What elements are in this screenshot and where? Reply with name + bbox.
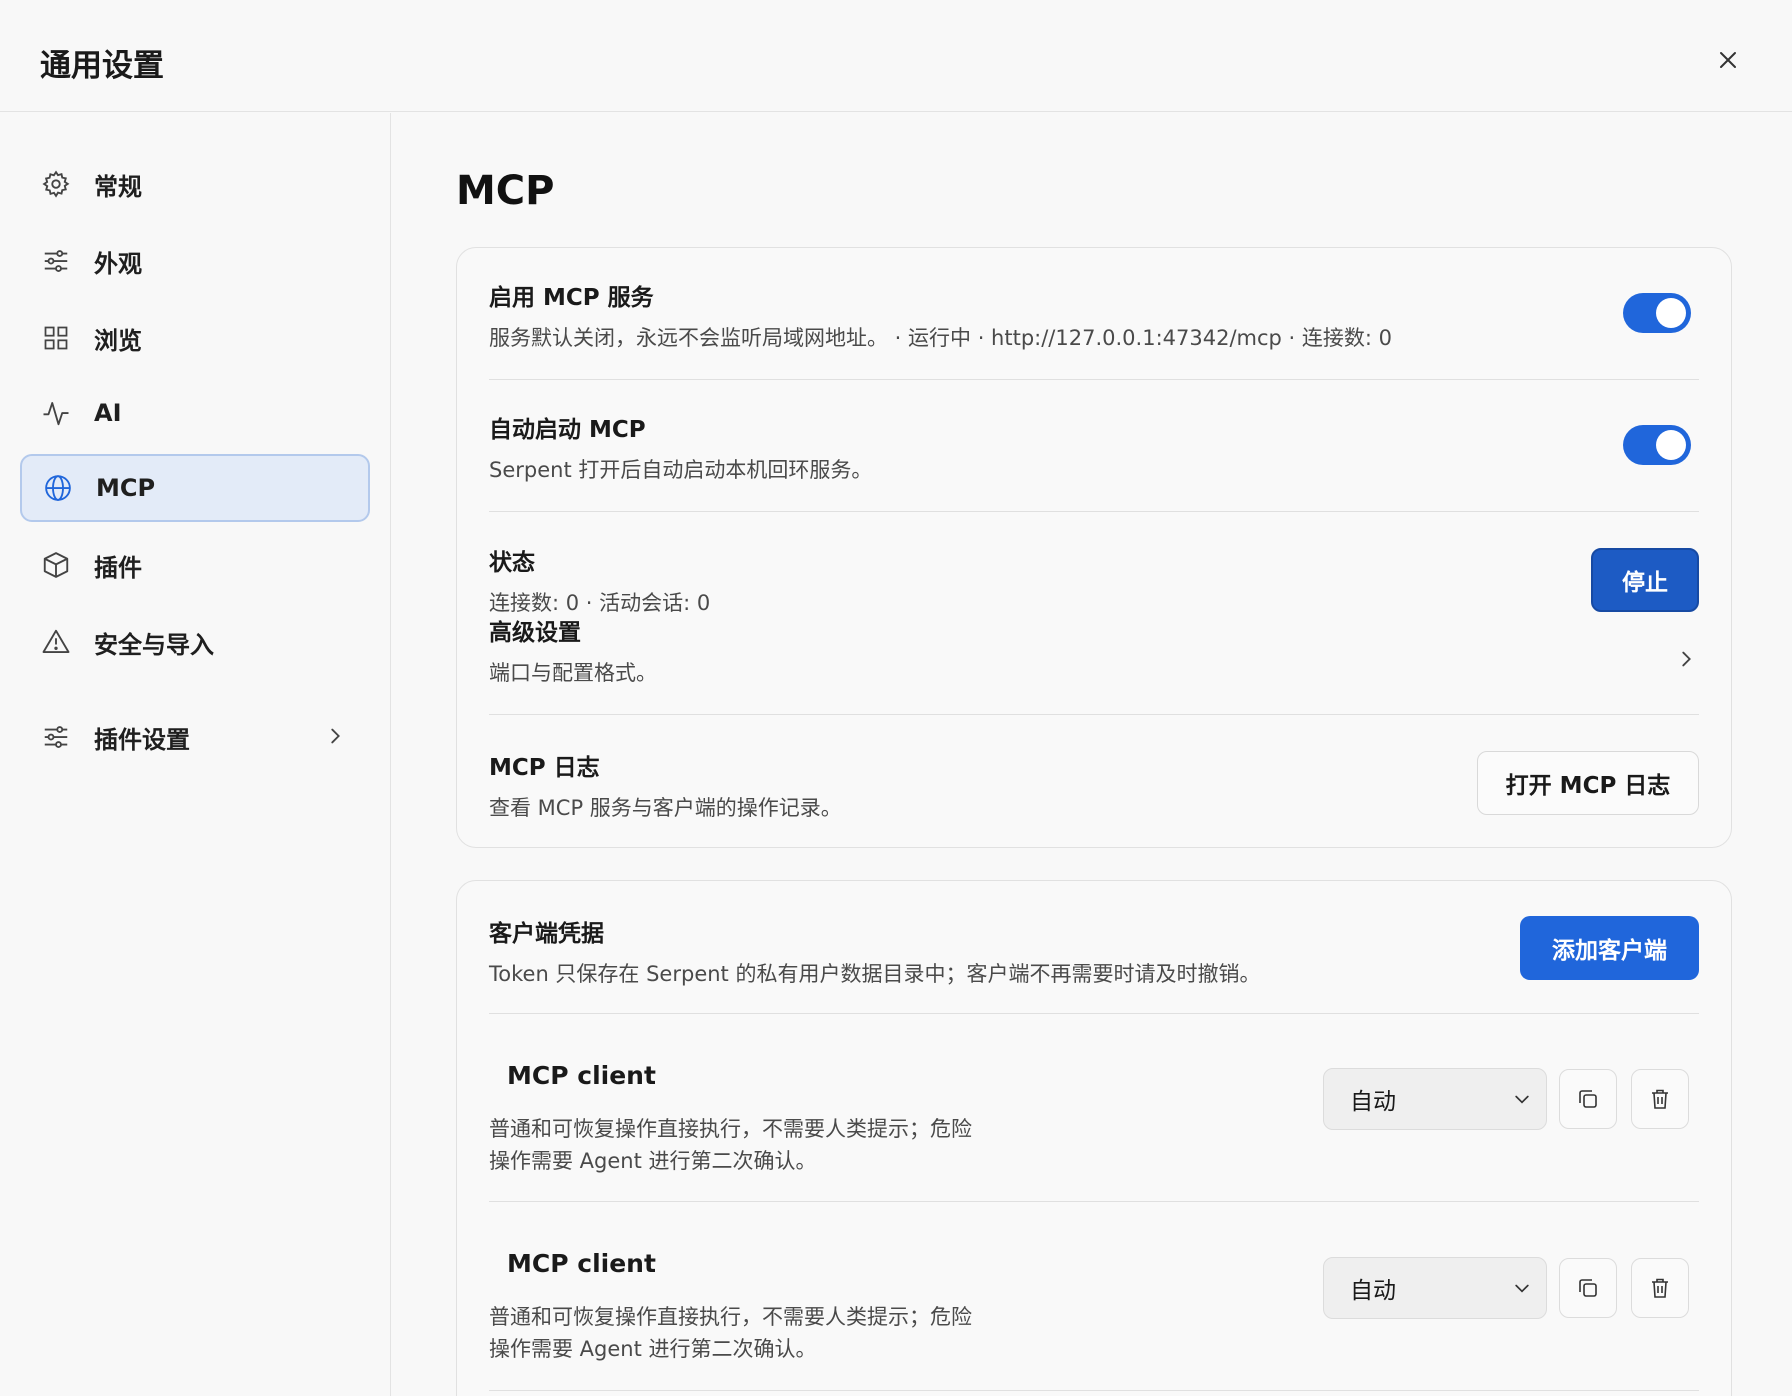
chevron-down-icon [1512,1089,1532,1115]
globe-icon [42,472,74,504]
sidebar-item-label: 浏览 [94,326,142,355]
sliders-icon [40,721,72,753]
page-title: MCP [456,168,555,214]
client-mode-select[interactable]: 自动 [1323,1257,1547,1319]
copy-icon [1579,1090,1597,1108]
grid-icon [40,322,72,354]
client-description: 普通和可恢复操作直接执行，不需要人类提示；危险 操作需要 Agent 进行第二次… [489,1113,972,1177]
activity-icon [40,397,72,429]
warning-icon [40,626,72,658]
dialog-header: 通用设置 [0,0,1792,112]
sidebar-item-label: MCP [96,474,156,502]
client-credentials-row: 客户端凭据 Token 只保存在 Serpent 的私有用户数据目录中；客户端不… [489,914,1699,988]
delete-client-button[interactable] [1631,1258,1689,1318]
copy-token-button[interactable] [1559,1069,1617,1129]
client-credentials-card: 客户端凭据 Token 只保存在 Serpent 的私有用户数据目录中；客户端不… [456,880,1732,1396]
client-description-line: 操作需要 Agent 进行第二次确认。 [489,1149,817,1173]
sidebar-item-label: AI [94,399,122,427]
status-row: 状态 连接数: 0 · 活动会话: 0 [489,543,1699,617]
row-title: 客户端凭据 [489,921,604,947]
client-mode-select[interactable]: 自动 [1323,1068,1547,1130]
chevron-right-icon [324,725,346,751]
copy-icon [1579,1279,1597,1297]
row-title: 自动启动 MCP [489,417,646,443]
row-description: Serpent 打开后自动启动本机回环服务。 [489,458,873,482]
main-panel: MCP 启用 MCP 服务 服务默认关闭，永远不会监听局域网地址。 · 运行中 … [392,113,1792,1396]
row-title: 状态 [489,550,535,576]
row-title: 启用 MCP 服务 [489,285,654,311]
sidebar-item-label: 常规 [94,172,142,201]
sidebar-item-security[interactable]: 安全与导入 [20,608,370,676]
sidebar-item-browse[interactable]: 浏览 [20,304,370,372]
sidebar-item-mcp[interactable]: MCP [20,454,370,522]
delete-client-button[interactable] [1631,1069,1689,1129]
cube-icon [40,549,72,581]
client-name: MCP client [507,1249,656,1278]
sidebar-item-general[interactable]: 常规 [20,150,370,218]
add-client-button[interactable]: 添加客户端 [1520,916,1699,980]
sidebar-item-label: 安全与导入 [94,630,214,659]
client-description-line: 普通和可恢复操作直接执行，不需要人类提示；危险 [489,1305,972,1329]
mcp-service-card: 启用 MCP 服务 服务默认关闭，永远不会监听局域网地址。 · 运行中 · ht… [456,247,1732,848]
sliders-icon [40,245,72,277]
gear-icon [40,168,72,200]
dialog-title: 通用设置 [40,48,164,84]
client-name: MCP client [507,1061,656,1090]
client-mode-value: 自动 [1350,1278,1396,1304]
chevron-down-icon [1512,1278,1532,1304]
client-description-line: 操作需要 Agent 进行第二次确认。 [489,1337,817,1361]
sidebar: 常规 外观 浏览 AI MCP 插件 安全与导入 插件设置 [0,113,391,1396]
sidebar-item-ai[interactable]: AI [20,379,370,447]
client-description-line: 普通和可恢复操作直接执行，不需要人类提示；危险 [489,1117,972,1141]
chevron-right-icon[interactable] [1675,648,1697,674]
row-description: Token 只保存在 Serpent 的私有用户数据目录中；客户端不再需要时请及… [489,962,1261,986]
client-mode-value: 自动 [1350,1089,1396,1115]
client-description: 普通和可恢复操作直接执行，不需要人类提示；危险 操作需要 Agent 进行第二次… [489,1301,972,1365]
trash-icon [1652,1278,1668,1298]
sidebar-item-label: 插件 [94,553,142,582]
enable-mcp-row: 启用 MCP 服务 服务默认关闭，永远不会监听局域网地址。 · 运行中 · ht… [489,278,1699,352]
sidebar-item-plugin-settings[interactable]: 插件设置 [20,703,370,771]
sidebar-item-appearance[interactable]: 外观 [20,227,370,295]
enable-mcp-toggle[interactable] [1623,293,1691,333]
sidebar-item-label: 插件设置 [94,725,190,754]
row-title: 高级设置 [489,620,581,646]
row-description: 服务默认关闭，永远不会监听局域网地址。 · 运行中 · http://127.0… [489,326,1392,350]
trash-icon [1652,1089,1668,1109]
close-button[interactable] [1710,42,1746,78]
sidebar-item-plugins[interactable]: 插件 [20,531,370,599]
open-mcp-log-button[interactable]: 打开 MCP 日志 [1477,751,1699,815]
close-icon [1720,52,1736,68]
autostart-mcp-row: 自动启动 MCP Serpent 打开后自动启动本机回环服务。 [489,410,1699,484]
advanced-settings-row[interactable]: 高级设置 端口与配置格式。 [489,613,1699,687]
copy-token-button[interactable] [1559,1258,1617,1318]
autostart-mcp-toggle[interactable] [1623,425,1691,465]
sidebar-item-label: 外观 [94,249,142,278]
row-description: 端口与配置格式。 [489,661,657,685]
stop-button[interactable]: 停止 [1591,548,1699,612]
